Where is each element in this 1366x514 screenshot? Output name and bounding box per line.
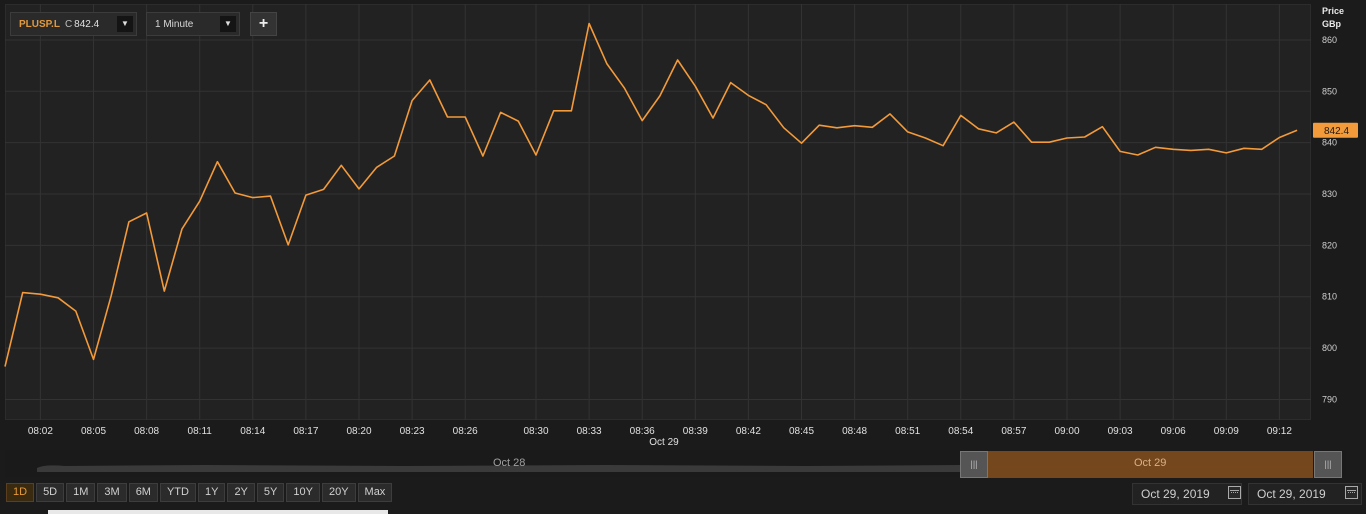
x-tick-label: 08:33: [577, 426, 602, 437]
y-tick-label: 790: [1322, 394, 1337, 404]
y-tick-label: 820: [1322, 240, 1337, 250]
x-axis-date-label: Oct 29: [649, 437, 679, 448]
chevron-down-icon[interactable]: ▼: [220, 16, 236, 32]
x-tick-label: 08:57: [1001, 426, 1026, 437]
x-tick-label: 09:12: [1267, 426, 1292, 437]
x-tick-label: 09:09: [1214, 426, 1239, 437]
x-tick-label: 09:06: [1161, 426, 1186, 437]
y-tick-label: 860: [1322, 35, 1337, 45]
navigator-label-right: Oct 29: [1134, 457, 1167, 469]
x-tick-label: 09:00: [1054, 426, 1079, 437]
last-price-badge: 842.4: [1313, 122, 1358, 138]
chart-window: 790 800 810 820 830 840 850 860 08:02 08:05 08:08…: [0, 0, 1366, 514]
navigator-label-left: Oct 28: [493, 457, 526, 469]
price-chart: 790 800 810 820 830 840 850 860 08:02 08:05 08:08…: [4, 4, 1358, 448]
grid-lines: [5, 4, 1311, 420]
range-button-1y[interactable]: 1Y: [197, 483, 226, 502]
price-unit-line2: GBp: [1322, 19, 1341, 29]
chevron-down-icon[interactable]: ▼: [117, 16, 133, 32]
symbol-selector[interactable]: PLUSP.L C 842.4 ▼: [10, 12, 137, 36]
x-tick-label: 08:17: [293, 426, 318, 437]
navigator-handle-right[interactable]: |||: [1314, 451, 1342, 478]
price-unit-label: Price GBp: [1322, 5, 1344, 31]
range-button-6m[interactable]: 6M: [128, 483, 158, 502]
range-button-5d[interactable]: 5D: [36, 483, 65, 502]
add-button[interactable]: +: [250, 12, 277, 36]
series-layer: [4, 22, 1298, 367]
x-tick-label: 08:42: [736, 426, 761, 437]
range-button-3m[interactable]: 3M: [97, 483, 127, 502]
start-date-field[interactable]: Oct 29, 2019: [1132, 483, 1242, 505]
x-tick-label: 08:14: [240, 426, 265, 437]
interval-selector[interactable]: 1 Minute ▼: [146, 12, 240, 36]
x-tick-label: 08:05: [81, 426, 106, 437]
range-button-max[interactable]: Max: [357, 483, 393, 502]
x-tick-label: 08:20: [346, 426, 371, 437]
range-button-10y[interactable]: 10Y: [286, 483, 320, 502]
range-button-1d[interactable]: 1D: [6, 483, 35, 502]
symbol-name: PLUSP.L: [19, 18, 60, 30]
x-tick-label: 08:48: [842, 426, 867, 437]
x-tick-label: 08:51: [895, 426, 920, 437]
x-tick-label: 08:26: [453, 426, 478, 437]
y-tick-label: 830: [1322, 189, 1337, 199]
range-button-ytd[interactable]: YTD: [159, 483, 196, 502]
scroll-indicator: [48, 510, 388, 514]
range-button-2y[interactable]: 2Y: [227, 483, 255, 502]
calendar-icon[interactable]: [1345, 486, 1358, 499]
x-tick-label: 08:11: [188, 426, 213, 437]
x-tick-label: 08:23: [400, 426, 425, 437]
x-tick-label: 08:39: [683, 426, 708, 437]
close-label: C: [64, 18, 73, 30]
range-buttons: 1D 5D 1M 3M 6M YTD 1Y 2Y 5Y 10Y 20Y Max: [6, 483, 393, 502]
x-tick-label: 09:03: [1108, 426, 1133, 437]
y-tick-label: 800: [1322, 343, 1337, 353]
price-unit-line1: Price: [1322, 6, 1345, 16]
x-tick-label: 08:30: [523, 426, 548, 437]
close-value: 842.4: [74, 18, 100, 30]
y-axis: 790 800 810 820 830 840 850 860: [1322, 35, 1337, 405]
x-tick-label: 08:02: [28, 426, 53, 437]
range-button-1m[interactable]: 1M: [66, 483, 96, 502]
range-button-5y[interactable]: 5Y: [256, 483, 285, 502]
y-tick-label: 850: [1322, 86, 1337, 96]
price-series-line[interactable]: [4, 22, 1298, 367]
x-tick-label: 08:08: [134, 426, 159, 437]
y-tick-label: 840: [1322, 138, 1337, 148]
x-tick-label: 08:45: [789, 426, 814, 437]
interval-value: 1 Minute: [155, 18, 194, 30]
y-tick-label: 810: [1322, 292, 1337, 302]
x-tick-label: 08:36: [630, 426, 655, 437]
x-axis: 08:02 08:05 08:08 08:11 08:14 08:17 08:20 08:23…: [28, 426, 1292, 437]
calendar-icon[interactable]: [1228, 486, 1241, 499]
navigator-handle-left[interactable]: |||: [960, 451, 988, 478]
x-tick-label: 08:54: [948, 426, 973, 437]
last-price-badge-text: 842.4: [1324, 126, 1349, 137]
range-button-20y[interactable]: 20Y: [321, 483, 356, 502]
